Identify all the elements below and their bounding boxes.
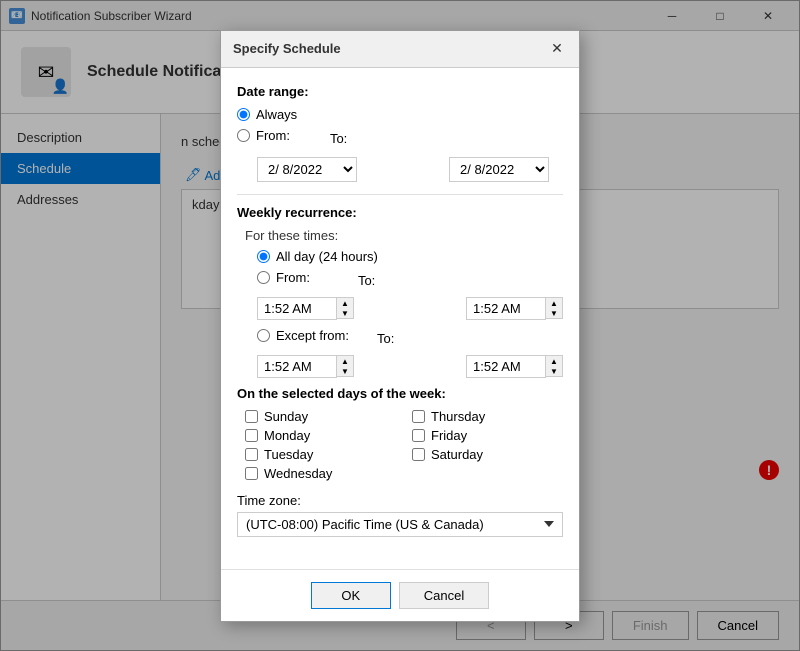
always-radio[interactable] xyxy=(237,108,250,121)
sunday-label[interactable]: Sunday xyxy=(264,409,308,424)
except-from-spin-up[interactable]: ▲ xyxy=(337,356,353,366)
time-from-row: ▲ ▼ ▲ ▼ xyxy=(257,297,563,320)
ok-button[interactable]: OK xyxy=(311,582,391,609)
except-to-spin-down[interactable]: ▼ xyxy=(546,366,562,376)
except-from-spin-down[interactable]: ▼ xyxy=(337,366,353,376)
for-these-times-label: For these times: xyxy=(245,228,563,243)
dialog-title: Specify Schedule xyxy=(233,41,341,56)
thursday-label[interactable]: Thursday xyxy=(431,409,485,424)
except-to-spin-up[interactable]: ▲ xyxy=(546,356,562,366)
time-to-input-group: ▲ ▼ xyxy=(466,297,563,320)
time-to-label: To: xyxy=(358,273,375,288)
thursday-row: Thursday xyxy=(412,409,563,424)
time-from-input-group: ▲ ▼ xyxy=(257,297,354,320)
except-to-input[interactable] xyxy=(466,355,546,378)
tuesday-label[interactable]: Tuesday xyxy=(264,447,313,462)
timezone-label: Time zone: xyxy=(237,493,563,508)
wednesday-checkbox[interactable] xyxy=(245,467,258,480)
always-radio-row: Always xyxy=(237,107,563,122)
monday-label[interactable]: Monday xyxy=(264,428,310,443)
days-of-week-section: On the selected days of the week: Sunday… xyxy=(237,386,563,481)
timezone-section: Time zone: (UTC-08:00) Pacific Time (US … xyxy=(237,493,563,537)
days-grid: Sunday Thursday Monday Friday xyxy=(245,409,563,462)
to-date-group: 2/ 8/2022 xyxy=(449,157,549,182)
time-from-radio-row: From: xyxy=(257,270,310,285)
weekly-recurrence-label: Weekly recurrence: xyxy=(237,205,563,220)
except-time-row: ▲ ▼ ▲ ▼ xyxy=(257,355,563,378)
wednesday-label[interactable]: Wednesday xyxy=(264,466,332,481)
from-date-select[interactable]: 2/ 8/2022 xyxy=(257,157,357,182)
time-from-spin-up[interactable]: ▲ xyxy=(337,298,353,308)
to-label: To: xyxy=(330,131,347,146)
dialog-titlebar: Specify Schedule ✕ xyxy=(221,31,579,68)
except-to-spinner: ▲ ▼ xyxy=(546,355,563,377)
dialog-overlay: Specify Schedule ✕ Date range: Always Fr… xyxy=(0,0,800,651)
time-to-spin-up[interactable]: ▲ xyxy=(546,298,562,308)
time-from-spinner: ▲ ▼ xyxy=(337,297,354,319)
tuesday-row: Tuesday xyxy=(245,447,396,462)
date-row: 2/ 8/2022 2/ 8/2022 xyxy=(257,157,563,182)
except-to-label: To: xyxy=(377,331,394,346)
time-to-spinner: ▲ ▼ xyxy=(546,297,563,319)
allday-radio-row: All day (24 hours) xyxy=(257,249,563,264)
always-label[interactable]: Always xyxy=(256,107,297,122)
friday-row: Friday xyxy=(412,428,563,443)
to-date-select[interactable]: 2/ 8/2022 xyxy=(449,157,549,182)
friday-checkbox[interactable] xyxy=(412,429,425,442)
weekly-recurrence-section: Weekly recurrence: For these times: All … xyxy=(237,205,563,378)
time-to-spin-down[interactable]: ▼ xyxy=(546,308,562,318)
divider-1 xyxy=(237,194,563,195)
dialog-cancel-button[interactable]: Cancel xyxy=(399,582,489,609)
allday-label[interactable]: All day (24 hours) xyxy=(276,249,378,264)
monday-row: Monday xyxy=(245,428,396,443)
allday-radio[interactable] xyxy=(257,250,270,263)
date-range-label: Date range: xyxy=(237,84,563,99)
except-from-input-group: ▲ ▼ xyxy=(257,355,354,378)
except-radio[interactable] xyxy=(257,329,270,342)
days-section-label: On the selected days of the week: xyxy=(237,386,563,401)
from-label[interactable]: From: xyxy=(256,128,290,143)
saturday-checkbox[interactable] xyxy=(412,448,425,461)
timezone-select[interactable]: (UTC-08:00) Pacific Time (US & Canada) xyxy=(237,512,563,537)
time-from-input[interactable] xyxy=(257,297,337,320)
specify-schedule-dialog: Specify Schedule ✕ Date range: Always Fr… xyxy=(220,30,580,622)
time-from-spin-down[interactable]: ▼ xyxy=(337,308,353,318)
monday-checkbox[interactable] xyxy=(245,429,258,442)
except-radio-row: Except from: xyxy=(257,328,349,343)
wednesday-row: Wednesday xyxy=(245,466,563,481)
time-from-label[interactable]: From: xyxy=(276,270,310,285)
dialog-footer: OK Cancel xyxy=(221,569,579,621)
sunday-row: Sunday xyxy=(245,409,396,424)
except-to-input-group: ▲ ▼ xyxy=(466,355,563,378)
time-from-radio[interactable] xyxy=(257,271,270,284)
from-date-group: 2/ 8/2022 xyxy=(257,157,357,182)
sunday-checkbox[interactable] xyxy=(245,410,258,423)
except-from-input[interactable] xyxy=(257,355,337,378)
friday-label[interactable]: Friday xyxy=(431,428,467,443)
from-radio-row: From: xyxy=(237,128,290,143)
saturday-row: Saturday xyxy=(412,447,563,462)
tuesday-checkbox[interactable] xyxy=(245,448,258,461)
from-radio[interactable] xyxy=(237,129,250,142)
dialog-body: Date range: Always From: To: 2/ 8/2022 xyxy=(221,68,579,569)
thursday-checkbox[interactable] xyxy=(412,410,425,423)
saturday-label[interactable]: Saturday xyxy=(431,447,483,462)
time-to-input[interactable] xyxy=(466,297,546,320)
except-label[interactable]: Except from: xyxy=(276,328,349,343)
dialog-close-button[interactable]: ✕ xyxy=(547,39,567,59)
except-from-spinner: ▲ ▼ xyxy=(337,355,354,377)
